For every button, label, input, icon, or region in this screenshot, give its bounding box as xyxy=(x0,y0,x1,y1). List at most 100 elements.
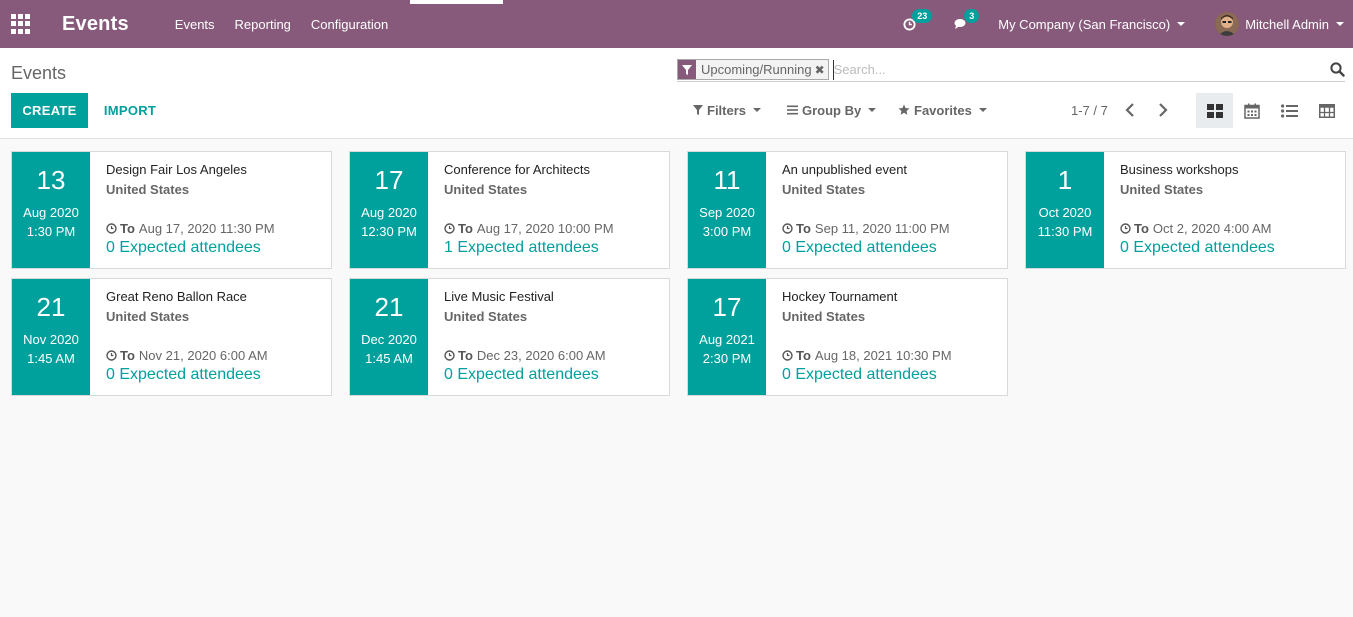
event-day: 11 xyxy=(713,165,741,195)
group-by-button[interactable]: Group By xyxy=(787,102,877,118)
event-name: Hockey Tournament xyxy=(782,289,898,304)
event-month: Oct 2020 xyxy=(1038,205,1092,220)
create-button[interactable]: CREATE xyxy=(11,93,88,128)
control-panel: Events Upcoming/Running ✖ CREATE IMPORT … xyxy=(0,48,1353,139)
event-day: 1 xyxy=(1057,165,1073,195)
user-menu[interactable]: Mitchell Admin xyxy=(1215,12,1344,36)
clock-icon xyxy=(782,350,793,361)
event-date-block: 13 Aug 2020 1:30 PM xyxy=(12,152,90,268)
event-card[interactable]: 21 Nov 2020 1:45 AM Great Reno Ballon Ra… xyxy=(11,278,332,396)
event-info: Great Reno Ballon Race United States To … xyxy=(90,279,331,395)
user-name: Mitchell Admin xyxy=(1245,16,1329,32)
event-end-label: To xyxy=(458,221,473,236)
event-end: To Sep 11, 2020 11:00 PM xyxy=(782,221,1007,236)
close-icon[interactable]: ✖ xyxy=(815,63,828,77)
messages-button[interactable]: 3 xyxy=(954,9,980,30)
chevron-right-icon[interactable] xyxy=(1157,102,1169,123)
event-card[interactable]: 13 Aug 2020 1:30 PM Design Fair Los Ange… xyxy=(11,151,332,269)
event-end-date: Sep 11, 2020 11:00 PM xyxy=(814,221,950,236)
event-card[interactable]: 21 Dec 2020 1:45 AM Live Music Festival … xyxy=(349,278,670,396)
event-day: 21 xyxy=(36,292,66,322)
expected-attendees-link[interactable]: 0 Expected attendees xyxy=(106,365,331,384)
chevron-left-icon[interactable] xyxy=(1124,102,1136,123)
search-icon[interactable] xyxy=(1330,62,1345,82)
table-icon xyxy=(1318,103,1335,118)
event-date-block: 17 Aug 2021 2:30 PM xyxy=(688,279,766,395)
event-country: United States xyxy=(444,182,528,197)
event-end-label: To xyxy=(796,348,811,363)
avatar xyxy=(1215,12,1240,36)
event-time: 11:30 PM xyxy=(1037,224,1093,239)
filters-button[interactable]: Filters xyxy=(693,102,762,118)
menu-configuration[interactable]: Configuration xyxy=(311,17,388,32)
expected-attendees-link[interactable]: 0 Expected attendees xyxy=(106,238,331,257)
event-country: United States xyxy=(782,309,866,324)
event-end-label: To xyxy=(1134,221,1149,236)
event-end-date: Aug 18, 2021 10:30 PM xyxy=(814,348,952,363)
expected-attendees-link[interactable]: 0 Expected attendees xyxy=(444,365,669,384)
event-country: United States xyxy=(444,309,528,324)
caret-down-icon xyxy=(753,108,762,112)
group-by-label: Group By xyxy=(802,102,862,118)
calendar-view-button[interactable] xyxy=(1233,93,1270,128)
pivot-view-button[interactable] xyxy=(1308,93,1345,128)
expected-attendees-link[interactable]: 0 Expected attendees xyxy=(782,238,1007,257)
expected-attendees-link[interactable]: 0 Expected attendees xyxy=(1120,238,1345,257)
menu-events[interactable]: Events xyxy=(175,17,215,32)
company-switcher[interactable]: My Company (San Francisco) xyxy=(998,17,1186,32)
kanban-board: 13 Aug 2020 1:30 PM Design Fair Los Ange… xyxy=(11,151,1346,396)
import-button[interactable]: IMPORT xyxy=(96,93,164,128)
event-end: To Aug 17, 2020 10:00 PM xyxy=(444,221,669,236)
clock-icon xyxy=(1120,223,1131,234)
clock-icon xyxy=(444,350,455,361)
event-card[interactable]: 11 Sep 2020 3:00 PM An unpublished event… xyxy=(687,151,1008,269)
event-name: Design Fair Los Angeles xyxy=(106,162,247,177)
activity-button[interactable]: 23 xyxy=(903,8,933,31)
clock-icon xyxy=(106,350,117,361)
navbar-right: 23 3 My Company (San Francisco) Mitchell… xyxy=(903,0,1353,48)
event-end-label: To xyxy=(458,348,473,363)
event-date-block: 1 Oct 2020 11:30 PM xyxy=(1026,152,1104,268)
event-card[interactable]: 17 Aug 2020 12:30 PM Conference for Arch… xyxy=(349,151,670,269)
event-end: To Oct 2, 2020 4:00 AM xyxy=(1120,221,1345,236)
event-name: Great Reno Ballon Race xyxy=(106,289,247,304)
caret-down-icon xyxy=(1177,22,1186,26)
event-country: United States xyxy=(782,182,866,197)
event-day: 17 xyxy=(712,292,742,322)
event-month: Aug 2020 xyxy=(361,205,417,220)
event-card[interactable]: 1 Oct 2020 11:30 PM Business workshops U… xyxy=(1025,151,1346,269)
event-date-block: 21 Nov 2020 1:45 AM xyxy=(12,279,90,395)
expected-attendees-link[interactable]: 1 Expected attendees xyxy=(444,238,669,257)
favorites-button[interactable]: Favorites xyxy=(898,102,987,118)
event-end: To Nov 21, 2020 6:00 AM xyxy=(106,348,331,363)
activity-count-badge: 23 xyxy=(912,8,933,23)
kanban-icon xyxy=(1206,103,1223,118)
event-end-date: Nov 21, 2020 6:00 AM xyxy=(138,348,268,363)
event-info: Live Music Festival United States To Dec… xyxy=(428,279,669,395)
message-count-badge: 3 xyxy=(964,9,980,23)
search-input[interactable] xyxy=(832,59,1313,80)
apps-grid-icon[interactable] xyxy=(11,14,31,34)
search-bar: Upcoming/Running ✖ xyxy=(677,58,1345,82)
clock-icon xyxy=(444,223,455,234)
event-time: 3:00 PM xyxy=(702,224,752,239)
filters-label: Filters xyxy=(707,102,747,118)
list-view-button[interactable] xyxy=(1271,93,1308,128)
event-end-label: To xyxy=(120,348,135,363)
breadcrumb[interactable]: Events xyxy=(11,63,66,84)
kanban-view-button[interactable] xyxy=(1196,93,1233,128)
facet-label: Upcoming/Running xyxy=(701,62,812,77)
event-time: 1:45 AM xyxy=(365,351,413,366)
pager-value[interactable]: 1-7 / 7 xyxy=(1071,103,1108,118)
caret-down-icon xyxy=(1336,22,1344,26)
search-facet: Upcoming/Running ✖ xyxy=(677,59,829,80)
event-month: Nov 2020 xyxy=(23,332,79,347)
event-card[interactable]: 17 Aug 2021 2:30 PM Hockey Tournament Un… xyxy=(687,278,1008,396)
expected-attendees-link[interactable]: 0 Expected attendees xyxy=(782,365,1007,384)
event-info: Hockey Tournament United States To Aug 1… xyxy=(766,279,1007,395)
event-month: Sep 2020 xyxy=(699,205,755,220)
event-info: Design Fair Los Angeles United States To… xyxy=(90,152,331,268)
event-date-block: 21 Dec 2020 1:45 AM xyxy=(350,279,428,395)
caret-down-icon xyxy=(868,108,877,112)
menu-reporting[interactable]: Reporting xyxy=(235,17,291,32)
